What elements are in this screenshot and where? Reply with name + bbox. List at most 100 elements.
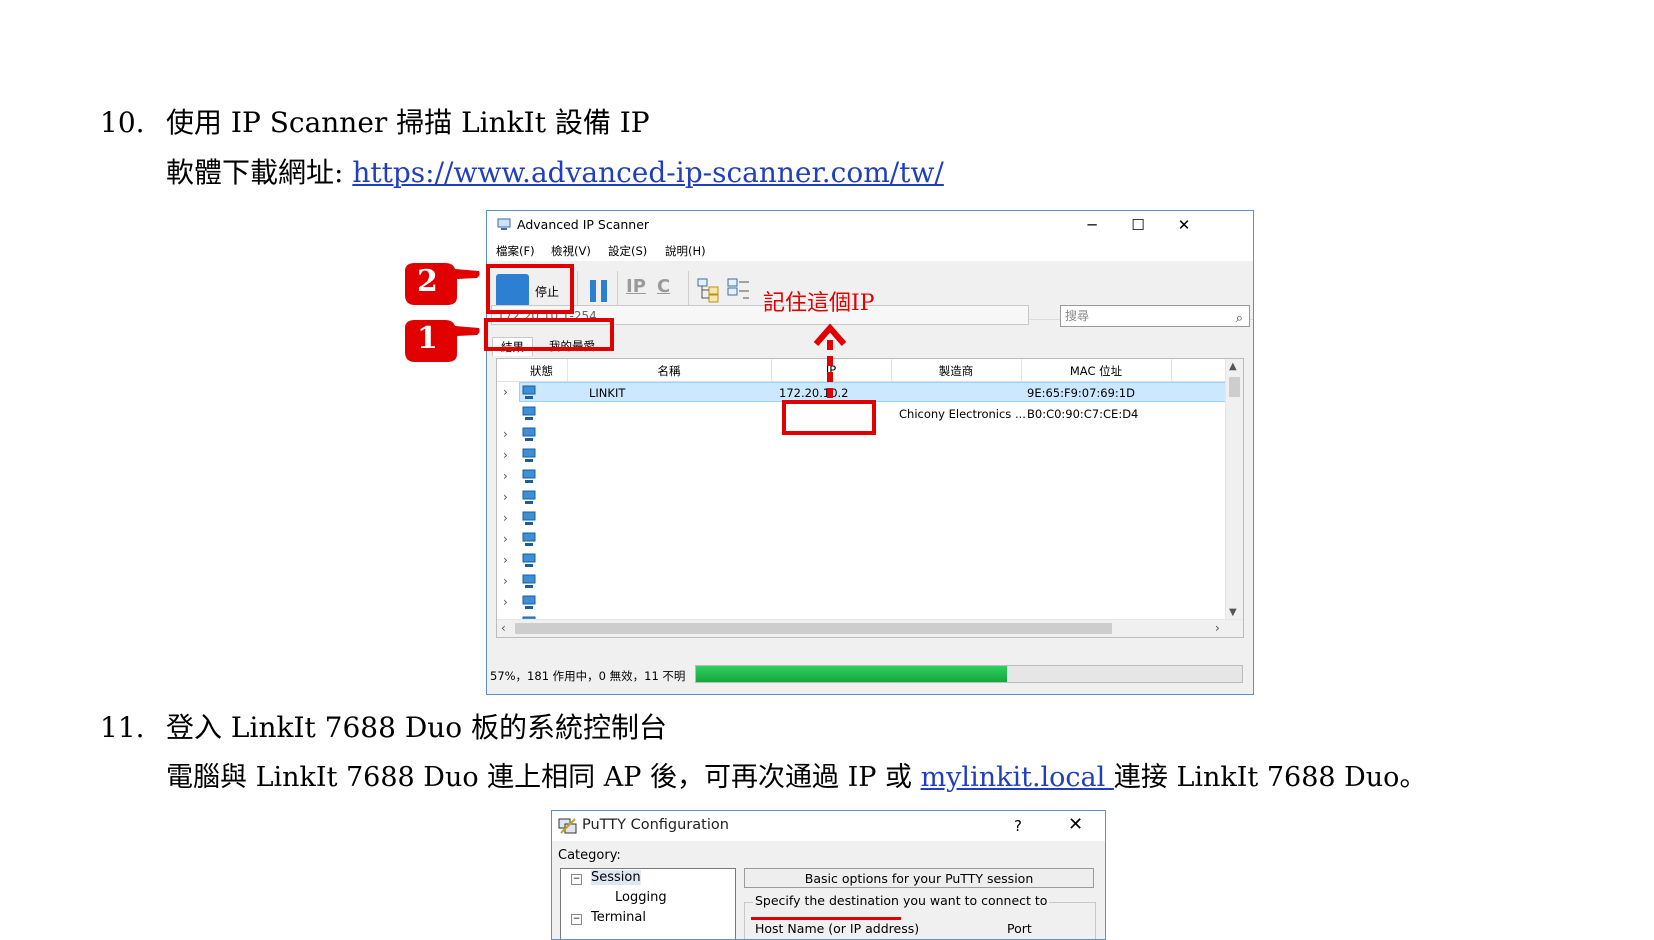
collapse-tree-icon[interactable] bbox=[727, 277, 751, 303]
menu-view[interactable]: 檢視(V) bbox=[551, 243, 591, 259]
status-bar: 57%，181 作用中，0 無效，11 不明 bbox=[487, 656, 1253, 694]
expand-arrow-icon[interactable]: › bbox=[503, 448, 508, 462]
computer-icon bbox=[522, 574, 536, 588]
tree-item-terminal[interactable]: Terminal bbox=[591, 910, 646, 925]
table-row[interactable]: › bbox=[497, 529, 1226, 550]
ip-range-highlight bbox=[484, 318, 614, 351]
step-10-heading: 10. 使用 IP Scanner 掃描 LinkIt 設備 IP bbox=[100, 106, 650, 140]
download-label: 軟體下載網址: bbox=[166, 156, 353, 189]
expand-arrow-icon[interactable]: › bbox=[503, 385, 508, 399]
menu-bar: 檔案(F) 檢視(V) 設定(S) 說明(H) bbox=[487, 239, 1253, 261]
cell-manufacturer: Chicony Electronics ... bbox=[899, 407, 1026, 421]
computer-icon bbox=[522, 427, 536, 441]
remember-ip-note: 記住這個IP bbox=[763, 291, 875, 316]
close-button[interactable]: ✕ bbox=[1161, 213, 1207, 237]
scroll-up-icon[interactable]: ▲ bbox=[1229, 361, 1237, 372]
hand-number: 2 bbox=[417, 264, 438, 299]
menu-settings[interactable]: 設定(S) bbox=[608, 243, 647, 259]
pointing-hand-icon: 2 bbox=[403, 259, 481, 309]
table-row[interactable]: › bbox=[497, 445, 1226, 466]
step-title: 登入 LinkIt 7688 Duo 板的系統控制台 bbox=[166, 711, 668, 744]
table-row[interactable]: › bbox=[497, 487, 1226, 508]
computer-icon bbox=[522, 511, 536, 525]
scroll-thumb[interactable] bbox=[515, 623, 1112, 634]
pointing-hand-icon: 1 bbox=[403, 316, 481, 366]
column-status[interactable]: 狀態 bbox=[519, 363, 564, 379]
column-name[interactable]: 名稱 bbox=[567, 363, 771, 379]
putty-window: PuTTY Configuration ? ✕ Category: − Sess… bbox=[551, 810, 1106, 940]
section-header: Basic options for your PuTTY session bbox=[744, 868, 1094, 888]
hand-number: 1 bbox=[417, 321, 438, 356]
window-title: PuTTY Configuration bbox=[582, 817, 729, 833]
scroll-right-icon[interactable]: › bbox=[1215, 621, 1220, 635]
table-row[interactable]: › bbox=[497, 550, 1226, 571]
computer-icon bbox=[522, 406, 536, 420]
ip-result-highlight bbox=[782, 400, 876, 435]
computer-icon bbox=[522, 532, 536, 546]
category-label: Category: bbox=[558, 848, 621, 863]
window-title: Advanced IP Scanner bbox=[517, 217, 650, 232]
ip-tool-icon[interactable]: IP bbox=[626, 276, 646, 297]
expand-arrow-icon[interactable]: › bbox=[503, 490, 508, 504]
step-11-heading: 11. 登入 LinkIt 7688 Duo 板的系統控制台 bbox=[100, 711, 667, 745]
table-row[interactable]: › bbox=[497, 592, 1226, 613]
computer-icon bbox=[522, 448, 536, 462]
expand-arrow-icon[interactable]: › bbox=[503, 595, 508, 609]
mylinkit-link[interactable]: mylinkit.local bbox=[921, 762, 1114, 793]
tree-item-session[interactable]: Session bbox=[591, 870, 641, 885]
close-button[interactable]: ✕ bbox=[1068, 814, 1083, 835]
expand-tree-icon[interactable] bbox=[697, 277, 721, 303]
maximize-button[interactable]: ☐ bbox=[1115, 213, 1161, 237]
body-text: 連接 LinkIt 7688 Duo。 bbox=[1113, 762, 1427, 793]
c-class-tool-icon[interactable]: C bbox=[657, 276, 670, 297]
column-manufacturer[interactable]: 製造商 bbox=[891, 363, 1021, 379]
cell-mac: 9E:65:F9:07:69:1D bbox=[1027, 386, 1135, 400]
group-label: Specify the destination you want to conn… bbox=[753, 893, 1050, 908]
search-placeholder: 搜尋 bbox=[1065, 309, 1090, 323]
column-mac[interactable]: MAC 位址 bbox=[1021, 363, 1171, 379]
computer-icon bbox=[522, 490, 536, 504]
expand-arrow-icon[interactable]: › bbox=[503, 511, 508, 525]
menu-help[interactable]: 說明(H) bbox=[665, 243, 706, 259]
scroll-down-icon[interactable]: ▼ bbox=[1229, 607, 1237, 618]
stop-button-highlight bbox=[486, 264, 574, 314]
table-row[interactable]: › bbox=[497, 466, 1226, 487]
horizontal-scrollbar[interactable]: ‹ › bbox=[497, 619, 1243, 637]
expand-arrow-icon[interactable]: › bbox=[503, 574, 508, 588]
vertical-scrollbar[interactable]: ▲ ▼ bbox=[1225, 359, 1243, 620]
expand-arrow-icon[interactable]: › bbox=[503, 532, 508, 546]
host-name-label: Host Name (or IP address) bbox=[755, 921, 920, 936]
expand-arrow-icon[interactable]: › bbox=[503, 427, 508, 441]
expand-arrow-icon[interactable]: › bbox=[503, 469, 508, 483]
scroll-left-icon[interactable]: ‹ bbox=[501, 621, 506, 635]
host-highlight bbox=[751, 917, 901, 920]
minimize-button[interactable]: ─ bbox=[1069, 213, 1115, 237]
scan-status-text: 57%，181 作用中，0 無效，11 不明 bbox=[490, 669, 686, 683]
scroll-thumb[interactable] bbox=[1229, 377, 1240, 397]
cell-name: LINKIT bbox=[589, 386, 626, 400]
progress-fill bbox=[696, 666, 1008, 682]
table-row[interactable]: › bbox=[497, 571, 1226, 592]
step-number: 10. bbox=[100, 106, 145, 139]
download-line: 軟體下載網址: https://www.advanced-ip-scanner.… bbox=[166, 156, 944, 190]
menu-file[interactable]: 檔案(F) bbox=[496, 243, 535, 259]
computer-icon bbox=[522, 469, 536, 483]
putty-icon bbox=[558, 818, 577, 834]
step-title: 使用 IP Scanner 掃描 LinkIt 設備 IP bbox=[166, 106, 650, 139]
table-row[interactable]: › bbox=[497, 508, 1226, 529]
search-input[interactable]: 搜尋 ⌕ bbox=[1060, 305, 1250, 327]
computer-icon bbox=[522, 385, 536, 399]
help-button[interactable]: ? bbox=[1014, 817, 1022, 835]
cell-mac: B0:C0:90:C7:CE:D4 bbox=[1027, 407, 1139, 421]
tree-item-logging[interactable]: Logging bbox=[615, 890, 667, 905]
expand-arrow-icon[interactable]: › bbox=[503, 553, 508, 567]
destination-group: Specify the destination you want to conn… bbox=[744, 893, 1096, 939]
pause-icon[interactable] bbox=[590, 280, 608, 302]
download-link[interactable]: https://www.advanced-ip-scanner.com/tw/ bbox=[352, 156, 944, 189]
step-11-body: 電腦與 LinkIt 7688 Duo 連上相同 AP 後，可再次通過 IP 或… bbox=[166, 761, 1426, 795]
collapse-icon[interactable]: − bbox=[571, 914, 582, 925]
search-icon[interactable]: ⌕ bbox=[1236, 309, 1243, 329]
step-number: 11. bbox=[100, 711, 145, 744]
hand-2-shape bbox=[405, 263, 480, 305]
collapse-icon[interactable]: − bbox=[571, 874, 582, 885]
